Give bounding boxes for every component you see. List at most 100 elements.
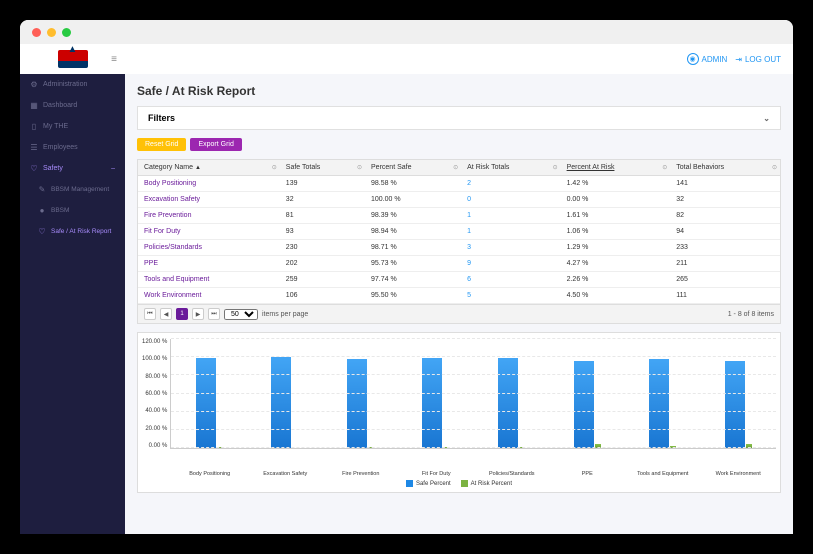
bar-safe[interactable]	[271, 357, 291, 448]
pager-per-page-label: items per page	[262, 311, 308, 318]
table-cell[interactable]: Tools and Equipment	[138, 272, 280, 288]
logo-icon	[58, 50, 88, 68]
bar-safe[interactable]	[196, 358, 216, 448]
user-label: ADMIN	[702, 55, 728, 64]
sidebar-subitem-bbsm-management[interactable]: ✎ BBSM Management	[20, 179, 125, 200]
table-row: Work Environment10695.50 %54.50 %111	[138, 288, 780, 304]
sidebar-item-administration[interactable]: ⚙Administration	[20, 74, 125, 95]
nav-label: Dashboard	[43, 102, 77, 109]
logout-label: LOG OUT	[745, 55, 781, 64]
table-row: Excavation Safety32100.00 %00.00 %32	[138, 192, 780, 208]
table-cell: 0.00 %	[561, 192, 671, 208]
bar-safe[interactable]	[649, 359, 669, 448]
topbar: ◉ ADMIN ⇥ LOG OUT	[125, 44, 793, 74]
grid-line	[171, 338, 776, 339]
column-header[interactable]: At Risk Totals ⊙	[461, 160, 560, 176]
filters-accordion[interactable]: Filters ⌄	[137, 106, 781, 130]
window-maximize-dot[interactable]	[62, 28, 71, 37]
nav-label: BBSM Management	[51, 186, 109, 193]
hamburger-menu-icon[interactable]: ≡	[111, 54, 117, 65]
table-cell[interactable]: 0	[461, 192, 560, 208]
bar-safe[interactable]	[347, 359, 367, 448]
column-menu-icon[interactable]: ⊙	[662, 164, 667, 171]
table-cell: 98.39 %	[365, 208, 461, 224]
table-cell: 98.94 %	[365, 224, 461, 240]
table-cell: 97.74 %	[365, 272, 461, 288]
y-tick-label: 120.00 %	[142, 339, 167, 345]
bar-safe[interactable]	[498, 358, 518, 448]
legend-item-risk[interactable]: At Risk Percent	[461, 480, 512, 487]
filters-label: Filters	[148, 113, 175, 123]
legend-item-safe[interactable]: Safe Percent	[406, 480, 451, 487]
expand-icon: –	[111, 165, 115, 172]
column-menu-icon[interactable]: ⊙	[772, 164, 777, 171]
legend-label-risk: At Risk Percent	[471, 481, 512, 487]
pager-current-page[interactable]: 1	[176, 308, 188, 320]
table-cell: 111	[670, 288, 780, 304]
table-cell: 1.29 %	[561, 240, 671, 256]
column-menu-icon[interactable]: ⊙	[357, 164, 362, 171]
column-label: At Risk Totals	[467, 164, 509, 171]
window-close-dot[interactable]	[32, 28, 41, 37]
logout-button[interactable]: ⇥ LOG OUT	[735, 55, 781, 64]
column-header[interactable]: Total Behaviors⊙	[670, 160, 780, 176]
table-cell[interactable]: Excavation Safety	[138, 192, 280, 208]
bar-safe[interactable]	[422, 358, 442, 448]
reset-grid-button[interactable]: Reset Grid	[137, 138, 186, 151]
table-cell: 2.26 %	[561, 272, 671, 288]
window-minimize-dot[interactable]	[47, 28, 56, 37]
table-cell: 1.61 %	[561, 208, 671, 224]
y-tick-label: 80.00 %	[145, 374, 167, 380]
table-cell[interactable]: Policies/Standards	[138, 240, 280, 256]
sidebar-item-dashboard[interactable]: ▦Dashboard	[20, 95, 125, 116]
sidebar-subitem-safe-at-risk-report[interactable]: ♡Safe / At Risk Report	[20, 221, 125, 242]
table-cell[interactable]: 6	[461, 272, 560, 288]
column-menu-icon[interactable]: ⊙	[272, 164, 277, 171]
sort-asc-icon: ▲	[195, 165, 201, 171]
grid-line	[171, 429, 776, 430]
nav-label: Administration	[43, 81, 87, 88]
table-cell[interactable]: Work Environment	[138, 288, 280, 304]
table-cell[interactable]: Fire Prevention	[138, 208, 280, 224]
column-menu-icon[interactable]: ⊙	[453, 164, 458, 171]
table-cell[interactable]: 2	[461, 176, 560, 192]
column-header[interactable]: Percent Safe⊙	[365, 160, 461, 176]
pager-first-button[interactable]: ⏮	[144, 308, 156, 320]
chart-x-axis: Body PositioningExcavation SafetyFire Pr…	[172, 469, 776, 477]
sidebar-subitem-bbsm[interactable]: ●BBSM	[20, 200, 125, 221]
table-cell[interactable]: 3	[461, 240, 560, 256]
content: Safe / At Risk Report Filters ⌄ Reset Gr…	[125, 74, 793, 534]
y-tick-label: 60.00 %	[145, 391, 167, 397]
table-cell[interactable]: PPE	[138, 256, 280, 272]
x-tick-label: Tools and Equipment	[625, 469, 701, 477]
pager-prev-button[interactable]: ◀	[160, 308, 172, 320]
table-cell[interactable]: Fit For Duty	[138, 224, 280, 240]
table-row: Policies/Standards23098.71 %31.29 %233	[138, 240, 780, 256]
pager: ⏮ ◀ 1 ▶ ⏭ 50 items per page 1 - 8 of 8 i…	[138, 304, 780, 323]
page-title: Safe / At Risk Report	[137, 84, 781, 98]
table-cell[interactable]: 1	[461, 224, 560, 240]
column-header[interactable]: Percent At Risk⊙	[561, 160, 671, 176]
table-cell: 106	[280, 288, 365, 304]
export-grid-button[interactable]: Export Grid	[190, 138, 241, 151]
nav-icon: ✎	[38, 185, 46, 194]
table-cell: 265	[670, 272, 780, 288]
browser-window: ≡ ⚙Administration▦Dashboard▯My THE☰Emplo…	[20, 20, 793, 534]
table-row: Body Positioning13998.58 %21.42 %141	[138, 176, 780, 192]
user-menu[interactable]: ◉ ADMIN	[687, 53, 728, 65]
column-header[interactable]: Safe Totals⊙	[280, 160, 365, 176]
page-size-select[interactable]: 50	[224, 309, 258, 320]
table-cell[interactable]: Body Positioning	[138, 176, 280, 192]
table-cell[interactable]: 9	[461, 256, 560, 272]
sidebar-item-employees[interactable]: ☰Employees	[20, 137, 125, 158]
sidebar-item-safety[interactable]: ♡Safety–	[20, 158, 125, 179]
table-cell: 202	[280, 256, 365, 272]
column-header[interactable]: Category Name▲⊙	[138, 160, 280, 176]
column-menu-icon[interactable]: ⊙	[553, 164, 558, 171]
table-cell[interactable]: 5	[461, 288, 560, 304]
pager-next-button[interactable]: ▶	[192, 308, 204, 320]
sidebar-item-my-the[interactable]: ▯My THE	[20, 116, 125, 137]
y-tick-label: 100.00 %	[142, 356, 167, 362]
pager-last-button[interactable]: ⏭	[208, 308, 220, 320]
table-cell[interactable]: 1	[461, 208, 560, 224]
